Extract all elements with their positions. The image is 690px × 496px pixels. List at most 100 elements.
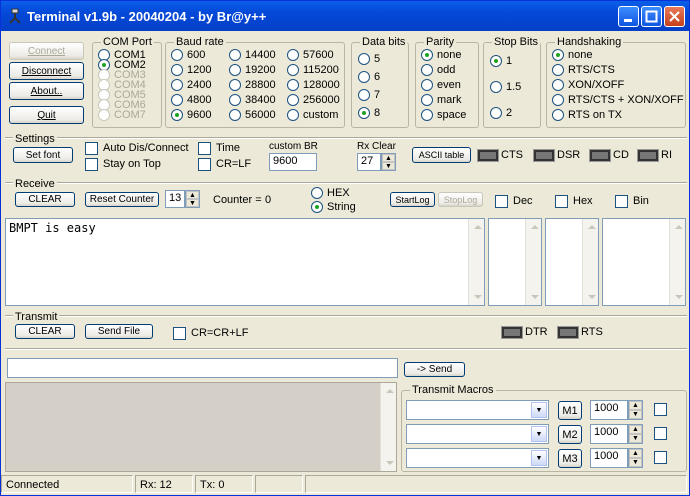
- macro-interval-spinner-2[interactable]: ▲ ▼: [628, 424, 643, 444]
- spin-up-icon[interactable]: ▲: [629, 425, 642, 434]
- dec-checkbox[interactable]: Dec: [495, 194, 533, 208]
- chevron-down-icon[interactable]: ▼: [531, 402, 547, 418]
- cr-crlf-checkbox[interactable]: CR=CR+LF: [173, 326, 248, 340]
- spin-up-icon[interactable]: ▲: [629, 401, 642, 410]
- quit-button[interactable]: Quit: [9, 106, 84, 124]
- macro-m3-button[interactable]: M3: [558, 449, 582, 468]
- baud-radio-9600[interactable]: 9600: [171, 108, 211, 122]
- parity-radio-mark[interactable]: mark: [421, 93, 461, 107]
- data-bits-radio-6[interactable]: 6: [358, 70, 380, 84]
- parity-radio-space[interactable]: space: [421, 108, 466, 122]
- string-radio[interactable]: String: [311, 200, 356, 214]
- macro-interval-input-2[interactable]: 1000: [590, 424, 628, 444]
- rx-clear-input[interactable]: 27: [357, 153, 381, 171]
- handshaking-radio-2[interactable]: XON/XOFF: [552, 78, 624, 92]
- handshaking-radio-1[interactable]: RTS/CTS: [552, 63, 615, 77]
- counter-input[interactable]: 13: [165, 190, 185, 208]
- macro-interval-spinner-1[interactable]: ▲ ▼: [628, 400, 643, 420]
- baud-radio-2400[interactable]: 2400: [171, 78, 211, 92]
- bin-checkbox[interactable]: Bin: [615, 194, 649, 208]
- transmit-clear-button[interactable]: CLEAR: [15, 324, 75, 339]
- macro-interval-input-1[interactable]: 1000: [590, 400, 628, 420]
- macro-repeat-checkbox-2[interactable]: [654, 426, 667, 440]
- auto-dis-connect-checkbox[interactable]: Auto Dis/Connect: [85, 141, 189, 155]
- start-log-button[interactable]: StartLog: [390, 192, 435, 207]
- baud-radio-19200[interactable]: 19200: [229, 63, 276, 77]
- spin-up-icon[interactable]: ▲: [382, 154, 395, 162]
- send-button[interactable]: -> Send: [404, 362, 465, 377]
- baud-radio-custom[interactable]: custom: [287, 108, 338, 122]
- handshaking-radio-0[interactable]: none: [552, 48, 592, 62]
- bin-scrollbar[interactable]: [669, 219, 685, 305]
- spin-down-icon[interactable]: ▼: [629, 410, 642, 419]
- macro-m2-button[interactable]: M2: [558, 425, 582, 444]
- transmit-input[interactable]: [7, 358, 398, 378]
- receive-scrollbar[interactable]: [468, 219, 484, 305]
- receive-clear-button[interactable]: CLEAR: [15, 192, 75, 207]
- baud-radio-1200[interactable]: 1200: [171, 63, 211, 77]
- receive-text-area[interactable]: BMPT is easy: [5, 218, 485, 306]
- title-bar[interactable]: Terminal v1.9b - 20040204 - by Br@y++: [1, 1, 689, 31]
- spin-up-icon[interactable]: ▲: [186, 191, 199, 199]
- parity-radio-even[interactable]: even: [421, 78, 461, 92]
- set-font-button[interactable]: Set font: [13, 147, 73, 163]
- handshaking-radio-3[interactable]: RTS/CTS + XON/XOFF: [552, 93, 684, 107]
- stop-bits-radio-0[interactable]: 1: [490, 54, 512, 68]
- macro-combo-3[interactable]: ▼: [406, 448, 549, 468]
- macro-repeat-checkbox-1[interactable]: [654, 402, 667, 416]
- reset-counter-button[interactable]: Reset Counter: [85, 192, 159, 207]
- macro-combo-2[interactable]: ▼: [406, 424, 549, 444]
- stop-log-button[interactable]: StopLog: [438, 192, 483, 207]
- ascii-table-button[interactable]: ASCII table: [412, 147, 471, 163]
- spin-down-icon[interactable]: ▼: [629, 458, 642, 467]
- macro-repeat-checkbox-3[interactable]: [654, 450, 667, 464]
- hex-checkbox[interactable]: Hex: [555, 194, 593, 208]
- crlf-checkbox[interactable]: CR=LF: [198, 157, 251, 171]
- connect-button[interactable]: Connect: [9, 42, 84, 60]
- rx-clear-spinner[interactable]: ▲ ▼: [381, 153, 396, 171]
- minimize-button[interactable]: [618, 6, 639, 27]
- spin-down-icon[interactable]: ▼: [382, 162, 395, 170]
- macro-interval-spinner-3[interactable]: ▲ ▼: [628, 448, 643, 468]
- maximize-button[interactable]: [641, 6, 662, 27]
- bin-text-area[interactable]: [602, 218, 686, 306]
- baud-radio-115200[interactable]: 115200: [287, 63, 339, 77]
- data-bits-radio-8[interactable]: 8: [358, 106, 380, 120]
- dec-text-area[interactable]: [488, 218, 542, 306]
- data-bits-radio-7[interactable]: 7: [358, 88, 380, 102]
- baud-radio-4800[interactable]: 4800: [171, 93, 211, 107]
- chevron-down-icon[interactable]: ▼: [531, 426, 547, 442]
- time-checkbox[interactable]: Time: [198, 141, 240, 155]
- baud-radio-28800[interactable]: 28800: [229, 78, 276, 92]
- baud-radio-57600[interactable]: 57600: [287, 48, 334, 62]
- baud-radio-38400[interactable]: 38400: [229, 93, 276, 107]
- send-file-button[interactable]: Send File: [85, 324, 153, 339]
- baud-radio-14400[interactable]: 14400: [229, 48, 276, 62]
- chevron-down-icon[interactable]: ▼: [531, 450, 547, 466]
- parity-radio-odd[interactable]: odd: [421, 63, 455, 77]
- com-radio-com7[interactable]: COM7: [98, 108, 146, 122]
- stop-bits-radio-2[interactable]: 2: [490, 106, 512, 120]
- dec-scrollbar[interactable]: [525, 219, 541, 305]
- hex-radio[interactable]: HEX: [311, 186, 350, 200]
- disconnect-button[interactable]: Disconnect: [9, 62, 84, 80]
- counter-spinner[interactable]: ▲ ▼: [185, 190, 200, 208]
- handshaking-radio-4[interactable]: RTS on TX: [552, 108, 622, 122]
- macro-interval-input-3[interactable]: 1000: [590, 448, 628, 468]
- stop-bits-radio-1[interactable]: 1.5: [490, 80, 521, 94]
- spin-up-icon[interactable]: ▲: [629, 449, 642, 458]
- baud-radio-600[interactable]: 600: [171, 48, 205, 62]
- hex-text-area[interactable]: [545, 218, 599, 306]
- macro-combo-1[interactable]: ▼: [406, 400, 549, 420]
- baud-radio-56000[interactable]: 56000: [229, 108, 276, 122]
- custom-br-input[interactable]: 9600: [269, 153, 317, 171]
- transmit-history-area[interactable]: [5, 382, 397, 472]
- baud-radio-128000[interactable]: 128000: [287, 78, 340, 92]
- hex-scrollbar[interactable]: [582, 219, 598, 305]
- close-button[interactable]: [664, 6, 685, 27]
- baud-radio-256000[interactable]: 256000: [287, 93, 340, 107]
- about-button[interactable]: About..: [9, 82, 84, 100]
- spin-down-icon[interactable]: ▼: [629, 434, 642, 443]
- data-bits-radio-5[interactable]: 5: [358, 52, 380, 66]
- spin-down-icon[interactable]: ▼: [186, 199, 199, 207]
